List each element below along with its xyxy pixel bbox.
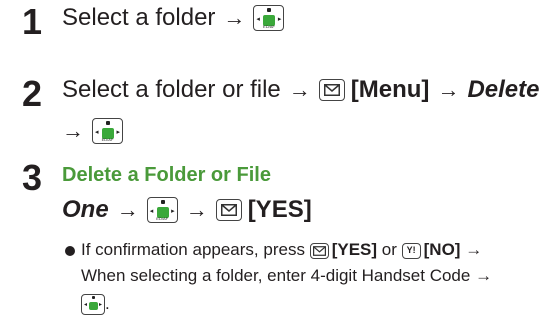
step-number-2: 2 [22,73,43,114]
arrow-icon: → [116,197,139,222]
delete-option: Delete [467,76,540,103]
yes-label-small: [YES] [331,240,378,259]
step-2-text: Select a folder or file [62,76,281,103]
step-2-line: Select a folder or file → [Menu] → Delet… [62,76,539,104]
handset-code-note: When selecting a folder, enter 4-digit H… [81,266,493,285]
handset-code-end: ◂ ▸ . [81,292,110,316]
step-2-line-2: → ◂ ▸ ED/AF [62,118,123,144]
center-key-icon: ◂ ▸ ED/AF [253,5,285,31]
one-option: One [62,196,109,223]
mail-key-icon [318,79,345,101]
arrow-icon: → [288,77,311,102]
yes-label: [YES] [247,196,312,223]
arrow-icon: → [437,77,460,102]
center-key-icon: ◂ ▸ [81,293,105,315]
confirmation-note: If confirmation appears, press [YES] or … [65,238,482,262]
yahoo-key-icon: Y! [401,242,421,259]
arrow-icon: → [465,240,483,259]
step-number-1: 1 [22,1,43,42]
arrow-icon: → [475,266,493,285]
bullet-icon [65,245,75,256]
mail-key-icon [309,242,329,259]
step-number-3: 3 [22,157,43,198]
mail-key-icon [215,199,242,221]
step-1-text: Select a folder [62,4,216,31]
menu-label: [Menu] [350,76,430,103]
step-3-line: One → ◂ ▸ ED/AF → [YES] [62,196,312,224]
arrow-icon: → [223,5,246,30]
arrow-icon: → [62,118,84,143]
center-key-icon: ◂ ▸ ED/AF [92,118,123,144]
section-heading: Delete a Folder or File [62,164,271,186]
arrow-icon: → [185,197,208,222]
no-label: [NO] [423,240,461,259]
step-1-line: Select a folder → ◂ ▸ ED/AF [62,4,285,32]
center-key-icon: ◂ ▸ ED/AF [146,197,178,223]
